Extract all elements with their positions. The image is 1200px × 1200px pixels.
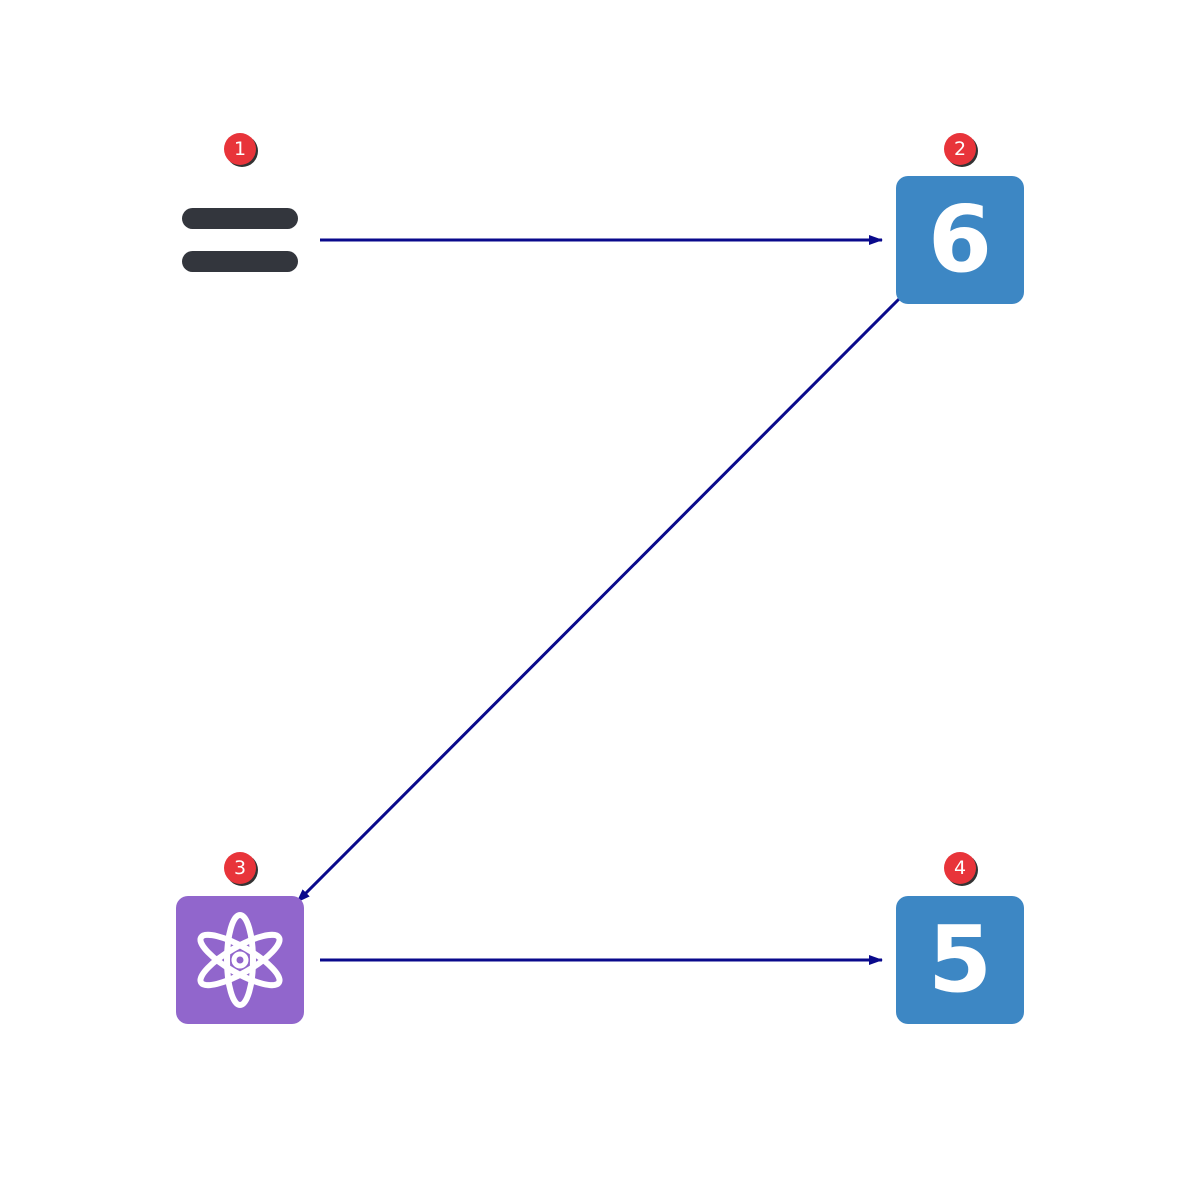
number-6-glyph: 6 <box>927 186 992 293</box>
step-badge-2: 2 <box>944 133 976 165</box>
edge-2-to-3 <box>295 296 902 904</box>
step-badge-1: 1 <box>224 133 256 165</box>
atom-icon <box>176 896 304 1024</box>
step-badge-3: 3 <box>224 852 256 884</box>
menu-icon <box>182 208 298 272</box>
number-5-glyph: 5 <box>927 906 992 1013</box>
number-6-icon: 6 <box>896 176 1024 304</box>
step-badge-4: 4 <box>944 852 976 884</box>
number-5-icon: 5 <box>896 896 1024 1024</box>
